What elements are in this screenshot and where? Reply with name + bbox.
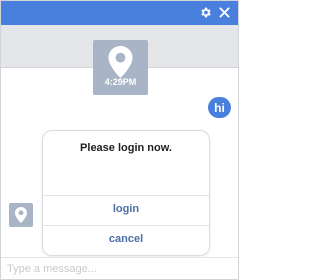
message-timestamp: 4:29PM [104, 77, 137, 87]
location-message[interactable]: 4:29PM [93, 40, 148, 95]
bot-avatar [9, 203, 33, 227]
message-input[interactable] [3, 260, 238, 278]
chat-messages-area[interactable]: 4:29PM hi Please login now. login cancel [1, 25, 238, 257]
dialog-title: Please login now. [80, 142, 172, 154]
map-pin-icon [108, 46, 133, 78]
login-button[interactable]: login [43, 195, 209, 223]
gear-icon[interactable] [198, 5, 212, 19]
user-message-bubble: hi [208, 97, 231, 118]
map-pin-icon [15, 207, 27, 223]
login-dialog: Please login now. login cancel [42, 130, 210, 256]
chat-header [1, 1, 238, 25]
cancel-button[interactable]: cancel [43, 225, 209, 253]
message-composer [1, 257, 238, 279]
chat-widget: 4:29PM hi Please login now. login cancel [0, 0, 239, 280]
close-icon[interactable] [217, 5, 231, 19]
